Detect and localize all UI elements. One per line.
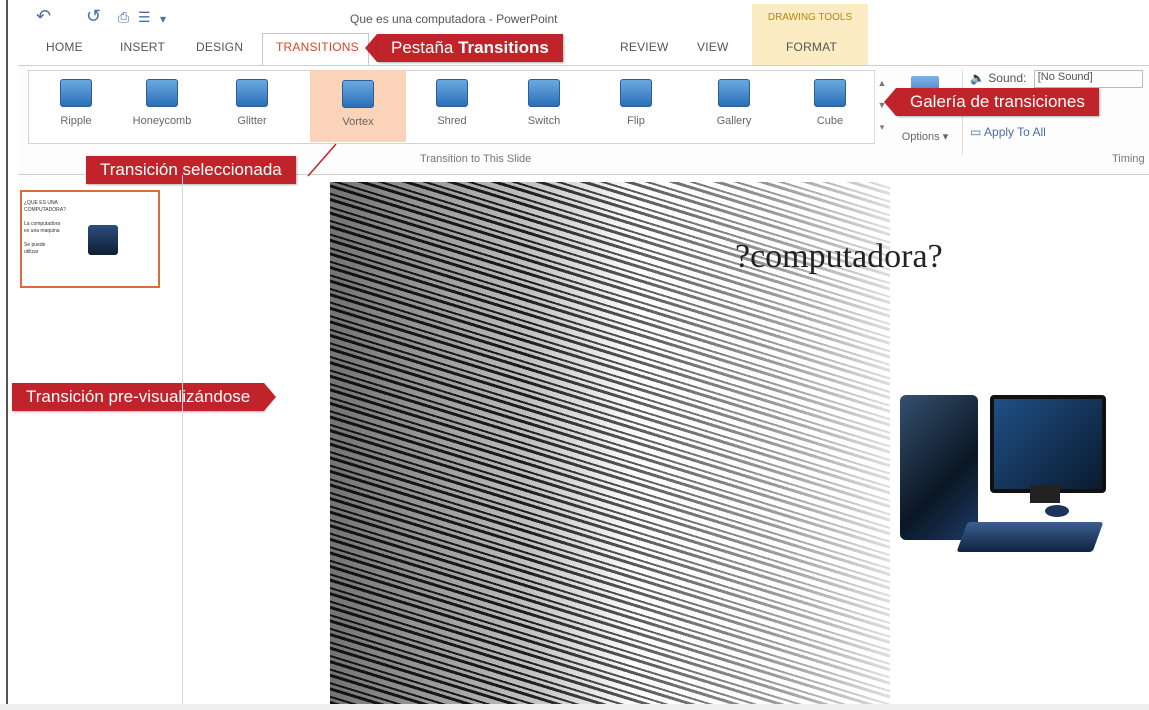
tab-home[interactable]: HOME [46,40,83,54]
callout-tab-prefix: Pestaña [391,38,459,57]
slide-title: ?computadora? [735,238,943,275]
vortex-icon [342,80,374,108]
transition-label: Vortex [342,116,374,128]
callout-tab: Pestaña Transitions [365,34,563,62]
honeycomb-icon [146,79,178,107]
transition-label: Switch [527,115,561,127]
qa-dropdown-icon[interactable]: ▾ [160,12,166,26]
shred-icon [436,79,468,107]
transition-label: Cube [816,115,844,127]
print-preview-icon[interactable]: ⎙ [118,9,129,26]
sound-control: 🔈 Sound: [No Sound] [970,70,1143,88]
callout-connector [307,143,337,177]
effect-options-label: Options ▾ [901,131,949,143]
transition-ripple[interactable]: Ripple [36,73,116,137]
sound-icon: 🔈 [970,71,985,86]
callout-arrow [264,383,277,411]
transition-label: Flip [627,115,645,127]
transition-flip[interactable]: Flip [596,73,676,137]
tab-review[interactable]: REVIEW [620,40,669,54]
glitter-icon [236,79,268,107]
callout-selected-text: Transición seleccionada [86,156,296,184]
apply-all-icon: ▭ [970,125,982,139]
thumbnail-text: ¿QUE ES UNA COMPUTADORA? La computadora es… [24,200,66,255]
tab-view[interactable]: VIEW [697,40,728,54]
callout-selected: Transición seleccionada [86,156,296,184]
callout-preview: Transición pre-visualizándose [12,383,277,411]
transition-label: Glitter [237,115,267,127]
callout-preview-text: Transición pre-visualizándose [12,383,265,411]
undo-icon[interactable]: ↶ [36,6,51,27]
callout-tab-bold: Transitions [458,38,549,57]
transition-label: Honeycomb [132,115,192,127]
sound-select[interactable]: [No Sound] [1033,70,1143,88]
callout-arrow [884,88,896,116]
pane-divider [182,175,183,710]
transition-glitter[interactable]: Glitter [212,73,292,137]
window-frame-edge [6,0,8,710]
gallery-expand-icon[interactable]: ▾ [875,116,889,138]
tab-format[interactable]: FORMAT [786,40,837,54]
keyboard-image [956,522,1104,552]
flip-icon [620,79,652,107]
callout-tab-text: Pestaña Transitions [377,34,563,62]
transition-honeycomb[interactable]: Honeycomb [122,73,202,137]
transition-label: Gallery [716,115,752,127]
thumbnail-computer-image [88,225,118,255]
ripple-icon [60,79,92,107]
drawing-tools-label: DRAWING TOOLS [767,12,853,23]
computer-tower-image [900,395,978,540]
apply-all-label: Apply To All [984,125,1046,139]
transition-shred[interactable]: Shred [412,73,492,137]
apply-to-all-button[interactable]: ▭ Apply To All [970,125,1046,139]
window-title: Que es una computadora - PowerPoint [350,12,558,26]
tab-transitions[interactable]: TRANSITIONS [276,40,359,54]
list-icon[interactable]: ☰ [138,9,151,26]
transition-cube[interactable]: Cube [790,73,870,137]
transition-vortex[interactable]: Vortex [310,70,406,142]
cube-icon [814,79,846,107]
tab-insert[interactable]: INSERT [120,40,165,54]
mouse-image [1045,505,1069,517]
transition-label: Ripple [60,115,92,127]
redo-icon[interactable]: ↺ [86,6,101,27]
status-bar-edge [0,704,1149,710]
switch-icon [528,79,560,107]
transition-gallery-item[interactable]: Gallery [694,73,774,137]
group-label-timing: Timing [1112,153,1145,165]
sound-label: Sound: [988,71,1027,86]
computer-monitor-image [990,395,1106,493]
callout-arrow [365,34,377,62]
transition-switch[interactable]: Switch [504,73,584,137]
callout-gallery-text: Galería de transiciones [896,88,1099,116]
tab-design[interactable]: DESIGN [196,40,243,54]
monitor-stand [1030,485,1060,503]
group-label-transition: Transition to This Slide [420,153,532,165]
transition-label: Shred [437,115,467,127]
callout-gallery: Galería de transiciones [884,88,1099,116]
gallery-icon [718,79,750,107]
